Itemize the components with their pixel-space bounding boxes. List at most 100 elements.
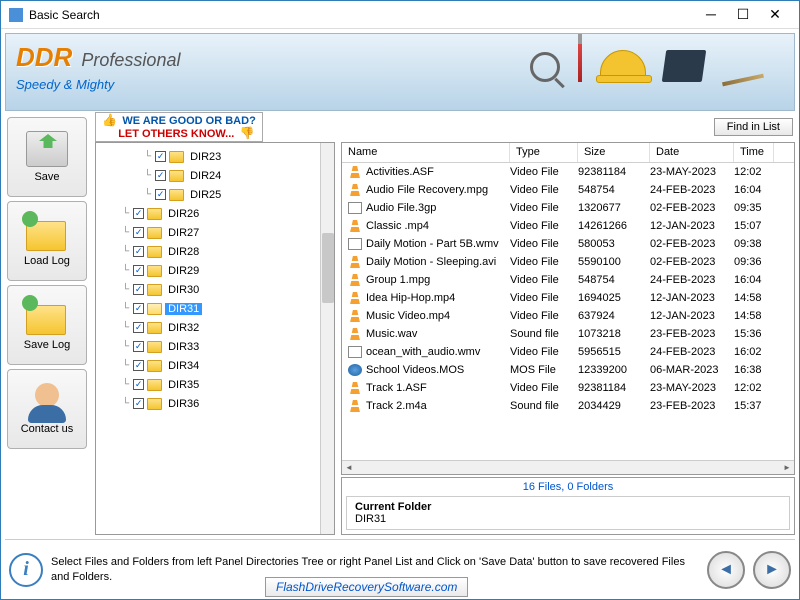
checkbox-icon[interactable]: ✓ [133, 284, 144, 295]
col-type[interactable]: Type [510, 143, 578, 162]
checkbox-icon[interactable]: ✓ [133, 246, 144, 257]
checkbox-icon[interactable]: ✓ [133, 227, 144, 238]
col-size[interactable]: Size [578, 143, 650, 162]
tree-item-DIR28[interactable]: └✓DIR28 [96, 242, 334, 261]
logo-professional: Professional [81, 50, 180, 70]
cell-date: 12-JAN-2023 [650, 292, 734, 304]
table-row[interactable]: ocean_with_audio.wmvVideo File595651524-… [342, 343, 794, 361]
checkbox-icon[interactable]: ✓ [155, 151, 166, 162]
table-row[interactable]: Audio File.3gpVideo File132067702-FEB-20… [342, 199, 794, 217]
cell-date: 23-FEB-2023 [650, 328, 734, 340]
book-icon [662, 50, 706, 82]
table-row[interactable]: Activities.ASFVideo File9238118423-MAY-2… [342, 163, 794, 181]
tree-item-DIR26[interactable]: └✓DIR26 [96, 204, 334, 223]
folder-icon [147, 284, 162, 296]
tree-item-DIR25[interactable]: └✓DIR25 [96, 185, 334, 204]
tree-item-DIR35[interactable]: └✓DIR35 [96, 375, 334, 394]
close-button[interactable]: ✕ [759, 5, 791, 25]
cell-type: Video File [510, 256, 578, 268]
find-in-list-button[interactable]: Find in List [714, 118, 793, 136]
tree-item-DIR34[interactable]: └✓DIR34 [96, 356, 334, 375]
file-type-icon [348, 346, 362, 358]
table-row[interactable]: Music.wavSound file107321823-FEB-202315:… [342, 325, 794, 343]
table-row[interactable]: Group 1.mpgVideo File54875424-FEB-202316… [342, 271, 794, 289]
file-type-icon [348, 382, 362, 394]
save-log-button[interactable]: Save Log [7, 285, 87, 365]
tree-item-DIR23[interactable]: └✓DIR23 [96, 147, 334, 166]
col-date[interactable]: Date [650, 143, 734, 162]
tree-item-DIR24[interactable]: └✓DIR24 [96, 166, 334, 185]
cell-date: 24-FEB-2023 [650, 274, 734, 286]
folder-icon [147, 379, 162, 391]
tree-item-DIR33[interactable]: └✓DIR33 [96, 337, 334, 356]
cell-type: Video File [510, 346, 578, 358]
checkbox-icon[interactable]: ✓ [133, 379, 144, 390]
file-count: 16 Files, 0 Folders [344, 480, 792, 494]
website-link[interactable]: FlashDriveRecoverySoftware.com [265, 577, 468, 597]
feedback-banner[interactable]: 👍 WE ARE GOOD OR BAD? LET OTHERS KNOW...… [95, 112, 263, 142]
col-time[interactable]: Time [734, 143, 774, 162]
person-icon [26, 383, 68, 419]
checkbox-icon[interactable]: ✓ [133, 341, 144, 352]
horizontal-scrollbar[interactable]: ◄ ► [342, 460, 794, 474]
nav-forward-button[interactable]: ► [753, 551, 791, 589]
window-title: Basic Search [29, 8, 695, 22]
checkbox-icon[interactable]: ✓ [133, 303, 144, 314]
maximize-button[interactable]: ☐ [727, 5, 759, 25]
cell-type: Video File [510, 184, 578, 196]
cell-time: 16:38 [734, 364, 774, 376]
cell-name: Daily Motion - Part 5B.wmv [366, 238, 510, 250]
tree-item-DIR27[interactable]: └✓DIR27 [96, 223, 334, 242]
file-type-icon [348, 184, 362, 196]
file-type-icon [348, 328, 362, 340]
checkbox-icon[interactable]: ✓ [133, 398, 144, 409]
cell-date: 12-JAN-2023 [650, 310, 734, 322]
table-row[interactable]: Music Video.mp4Video File63792412-JAN-20… [342, 307, 794, 325]
minimize-button[interactable]: ─ [695, 5, 727, 25]
checkbox-icon[interactable]: ✓ [133, 265, 144, 276]
checkbox-icon[interactable]: ✓ [133, 322, 144, 333]
scrollbar-thumb[interactable] [322, 233, 334, 303]
cell-type: Video File [510, 292, 578, 304]
checkbox-icon[interactable]: ✓ [155, 189, 166, 200]
table-row[interactable]: Idea Hip-Hop.mp4Video File169402512-JAN-… [342, 289, 794, 307]
folder-save-icon [26, 299, 68, 335]
folder-load-icon [26, 215, 68, 251]
table-row[interactable]: Audio File Recovery.mpgVideo File5487542… [342, 181, 794, 199]
contact-us-button[interactable]: Contact us [7, 369, 87, 449]
cell-time: 15:36 [734, 328, 774, 340]
file-list[interactable]: Name Type Size Date Time Activities.ASFV… [341, 142, 795, 475]
save-button[interactable]: Save [7, 117, 87, 197]
current-folder-label: Current Folder [355, 501, 781, 513]
col-name[interactable]: Name [342, 143, 510, 162]
tree-scrollbar[interactable] [320, 143, 334, 534]
table-row[interactable]: Daily Motion - Part 5B.wmvVideo File5800… [342, 235, 794, 253]
pen-icon [722, 74, 764, 87]
scroll-left-icon[interactable]: ◄ [342, 461, 356, 474]
tree-item-DIR36[interactable]: └✓DIR36 [96, 394, 334, 413]
save-log-label: Save Log [24, 339, 70, 351]
tree-label: DIR34 [165, 360, 202, 372]
banner: DDR Professional Speedy & Mighty [5, 33, 795, 111]
tree-item-DIR29[interactable]: └✓DIR29 [96, 261, 334, 280]
checkbox-icon[interactable]: ✓ [133, 208, 144, 219]
directory-tree[interactable]: └✓DIR23└✓DIR24└✓DIR25└✓DIR26└✓DIR27└✓DIR… [95, 142, 335, 535]
feedback-line1: WE ARE GOOD OR BAD? [122, 115, 255, 127]
table-row[interactable]: Daily Motion - Sleeping.aviVideo File559… [342, 253, 794, 271]
table-row[interactable]: School Videos.MOSMOS File1233920006-MAR-… [342, 361, 794, 379]
table-row[interactable]: Classic .mp4Video File1426126612-JAN-202… [342, 217, 794, 235]
file-type-icon [348, 274, 362, 286]
scroll-right-icon[interactable]: ► [780, 461, 794, 474]
nav-back-button[interactable]: ◄ [707, 551, 745, 589]
cell-name: Idea Hip-Hop.mp4 [366, 292, 510, 304]
logo-ddr: DDR [16, 42, 72, 72]
table-row[interactable]: Track 1.ASFVideo File9238118423-MAY-2023… [342, 379, 794, 397]
checkbox-icon[interactable]: ✓ [155, 170, 166, 181]
load-log-button[interactable]: Load Log [7, 201, 87, 281]
tree-item-DIR32[interactable]: └✓DIR32 [96, 318, 334, 337]
tree-item-DIR31[interactable]: └✓DIR31 [96, 299, 334, 318]
tree-item-DIR30[interactable]: └✓DIR30 [96, 280, 334, 299]
table-row[interactable]: Track 2.m4aSound file203442923-FEB-20231… [342, 397, 794, 415]
titlebar: Basic Search ─ ☐ ✕ [1, 1, 799, 29]
checkbox-icon[interactable]: ✓ [133, 360, 144, 371]
